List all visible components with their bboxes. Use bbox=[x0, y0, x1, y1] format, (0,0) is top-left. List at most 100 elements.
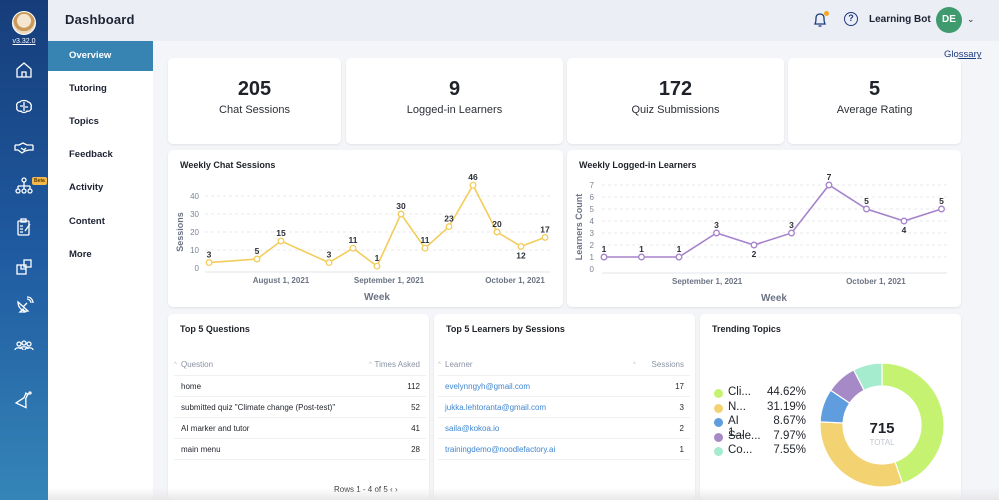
data-point[interactable] bbox=[938, 205, 945, 213]
stat-card-logged-in-learners: 9 Logged-in Learners bbox=[346, 58, 563, 144]
data-point[interactable] bbox=[675, 253, 683, 261]
data-point[interactable] bbox=[713, 229, 720, 237]
data-point[interactable] bbox=[469, 181, 477, 189]
question-cell: submitted quiz "Climate change (Post-tes… bbox=[181, 403, 336, 412]
stat-value: 205 bbox=[237, 78, 272, 100]
weekly-logged-in-learners-chart: 01234567September 1, 2021 October 1, 2021… bbox=[574, 172, 947, 304]
legend-percent: 7.55% bbox=[773, 444, 806, 456]
stat-card-chat-sessions: 205 Chat Sessions bbox=[168, 58, 341, 144]
learner-email-link[interactable]: jukka.lehtoranta@gmail.com bbox=[445, 397, 546, 418]
learner-email-link[interactable]: saila@kokoa.io bbox=[445, 418, 499, 439]
home-icon[interactable] bbox=[14, 60, 34, 80]
count-cell: 52 bbox=[411, 403, 420, 412]
sort-icon[interactable]: ^ bbox=[174, 354, 177, 376]
data-point[interactable] bbox=[373, 262, 381, 270]
data-label: 11 bbox=[349, 235, 358, 245]
data-point[interactable] bbox=[600, 253, 608, 261]
data-point[interactable] bbox=[863, 205, 870, 213]
question-cell: AI marker and tutor bbox=[181, 424, 250, 433]
legend-label: Cli... bbox=[728, 386, 751, 398]
sort-icon[interactable]: ^ bbox=[633, 354, 636, 376]
table-header: ^ Learner ^ Sessions bbox=[438, 354, 690, 376]
legend-swatch bbox=[714, 447, 723, 456]
chevron-down-icon[interactable]: ⌄ bbox=[967, 14, 975, 25]
data-point[interactable] bbox=[493, 228, 501, 236]
learner-email-link[interactable]: trainingdemo@noodlefactory.ai bbox=[445, 439, 555, 460]
column-header-learner[interactable]: Learner bbox=[445, 354, 473, 376]
y-axis-title: Sessions bbox=[175, 212, 185, 252]
satellite-icon[interactable] bbox=[14, 296, 34, 316]
donut-total-label: TOTAL bbox=[869, 438, 895, 447]
data-label: 3 bbox=[789, 220, 794, 230]
data-point[interactable] bbox=[517, 242, 525, 250]
sessions-cell: 3 bbox=[679, 403, 684, 412]
legend-swatch bbox=[714, 389, 723, 398]
learner-email-link[interactable]: evelynngyh@gmail.com bbox=[445, 376, 530, 397]
data-label: 17 bbox=[540, 224, 550, 234]
donut-total-value: 715 bbox=[869, 420, 894, 437]
y-tick-label: 30 bbox=[190, 210, 199, 219]
subnav-item-activity[interactable]: Activity bbox=[48, 173, 153, 203]
subnav-item-topics[interactable]: Topics bbox=[48, 107, 153, 137]
stat-label: Logged-in Learners bbox=[406, 104, 503, 116]
table-row: submitted quiz "Climate change (Post-tes… bbox=[174, 397, 426, 418]
table-row: saila@kokoa.io 2 bbox=[438, 418, 690, 439]
data-label: 4 bbox=[902, 225, 907, 235]
subnav-item-overview[interactable]: Overview bbox=[48, 41, 153, 71]
y-tick-label: 20 bbox=[190, 228, 199, 237]
data-point[interactable] bbox=[397, 210, 405, 218]
data-point[interactable] bbox=[349, 244, 357, 252]
question-cell: home bbox=[181, 382, 202, 391]
data-point[interactable] bbox=[205, 259, 213, 267]
data-point[interactable] bbox=[750, 241, 758, 249]
data-label: 5 bbox=[939, 196, 944, 206]
data-point[interactable] bbox=[421, 244, 429, 252]
data-point[interactable] bbox=[277, 237, 285, 245]
hierarchy-icon[interactable] bbox=[14, 176, 34, 196]
column-header-times-asked[interactable]: Times Asked bbox=[375, 354, 421, 376]
data-label: 20 bbox=[492, 219, 502, 229]
user-avatar[interactable]: DE bbox=[936, 7, 962, 33]
data-label: 1 bbox=[639, 244, 644, 254]
brain-icon[interactable] bbox=[14, 97, 34, 117]
stat-label: Average Rating bbox=[836, 104, 913, 116]
data-point[interactable] bbox=[900, 217, 908, 225]
data-label: 2 bbox=[752, 249, 757, 259]
subnav-item-feedback[interactable]: Feedback bbox=[48, 140, 153, 170]
data-point[interactable] bbox=[445, 223, 453, 231]
data-point[interactable] bbox=[325, 259, 333, 267]
data-point[interactable] bbox=[541, 233, 549, 241]
count-cell: 41 bbox=[411, 424, 420, 433]
clipboard-icon[interactable] bbox=[14, 217, 34, 237]
page-title: Dashboard bbox=[65, 12, 135, 27]
data-point[interactable] bbox=[253, 255, 261, 263]
column-header-sessions[interactable]: Sessions bbox=[652, 354, 684, 376]
subnav-item-more[interactable]: More bbox=[48, 240, 153, 270]
table-row: AI marker and tutor 41 bbox=[174, 418, 426, 439]
data-point[interactable] bbox=[825, 181, 833, 189]
handshake-icon[interactable] bbox=[14, 138, 34, 158]
count-cell: 28 bbox=[411, 445, 420, 454]
puzzle-icon[interactable] bbox=[14, 257, 34, 277]
subnav-item-tutoring[interactable]: Tutoring bbox=[48, 74, 153, 104]
x-tick-label: October 1, 2021 bbox=[485, 276, 545, 285]
column-header-question[interactable]: Question bbox=[181, 354, 213, 376]
help-icon[interactable]: ? bbox=[844, 12, 858, 26]
y-tick-label: 2 bbox=[590, 241, 595, 250]
subnav-item-content[interactable]: Content bbox=[48, 207, 153, 237]
sessions-cell: 1 bbox=[679, 445, 684, 454]
data-label: 1 bbox=[602, 244, 607, 254]
version-link[interactable]: v3.32.0 bbox=[0, 38, 48, 45]
stat-card-quiz-submissions: 172 Quiz Submissions bbox=[567, 58, 784, 144]
data-point[interactable] bbox=[788, 229, 795, 237]
sort-icon[interactable]: ^ bbox=[369, 354, 372, 376]
data-point[interactable] bbox=[638, 253, 645, 261]
flask-icon[interactable] bbox=[14, 390, 34, 410]
top-learners-card: Top 5 Learners by Sessions ^ Learner ^ S… bbox=[434, 314, 695, 500]
stat-card-average-rating: 5 Average Rating bbox=[788, 58, 961, 144]
sort-icon[interactable]: ^ bbox=[438, 354, 441, 376]
trending-topics-card: Trending Topics Cli... 44.62% N... 31.19% … bbox=[700, 314, 961, 500]
bot-avatar-logo[interactable] bbox=[12, 11, 36, 35]
user-name[interactable]: Learning Bot bbox=[869, 14, 931, 25]
users-icon[interactable] bbox=[14, 336, 34, 356]
